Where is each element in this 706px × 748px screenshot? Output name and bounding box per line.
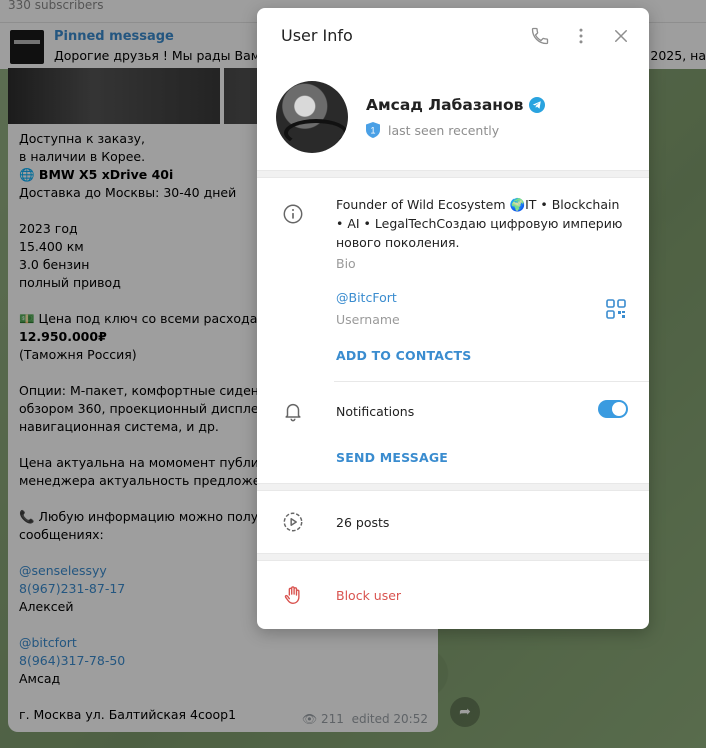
username-link[interactable]: @BitcFort — [336, 290, 397, 305]
add-to-contacts-button[interactable]: ADD TO CONTACTS — [336, 348, 471, 363]
last-seen-status: last seen recently — [388, 122, 500, 138]
status-row: 1 last seen recently — [366, 122, 499, 138]
bell-icon — [281, 399, 305, 423]
badge-level: 1 — [370, 126, 375, 136]
modal-title: User Info — [281, 26, 353, 45]
phone-icon[interactable] — [526, 22, 554, 50]
posts-count[interactable]: 26 posts — [336, 515, 389, 530]
posts-icon — [281, 510, 305, 534]
bio-text: Founder of Wild Ecosystem 🌍IT • Blockcha… — [336, 197, 623, 250]
notifications-toggle[interactable] — [598, 400, 628, 418]
divider-line — [334, 381, 649, 382]
user-info-modal: User Info Амсад Лабазанов 1 last seen re… — [257, 8, 649, 629]
hand-stop-icon — [281, 583, 305, 607]
avatar[interactable] — [276, 81, 348, 153]
send-message-button[interactable]: SEND MESSAGE — [336, 450, 448, 465]
notifications-label: Notifications — [336, 404, 415, 419]
bio-caption: Bio — [336, 256, 356, 271]
shield-icon: 1 — [366, 122, 380, 138]
section-divider — [257, 553, 649, 561]
user-name-row: Амсад Лабазанов — [366, 96, 546, 114]
block-user-button[interactable]: Block user — [336, 588, 401, 603]
more-vertical-icon[interactable] — [567, 22, 595, 50]
section-divider — [257, 483, 649, 491]
section-divider — [257, 170, 649, 178]
close-icon[interactable] — [607, 22, 635, 50]
user-name: Амсад Лабазанов — [366, 96, 524, 114]
info-icon — [281, 202, 305, 226]
username-caption: Username — [336, 312, 400, 327]
qr-code-icon[interactable] — [606, 299, 626, 319]
telegram-icon — [529, 97, 546, 113]
